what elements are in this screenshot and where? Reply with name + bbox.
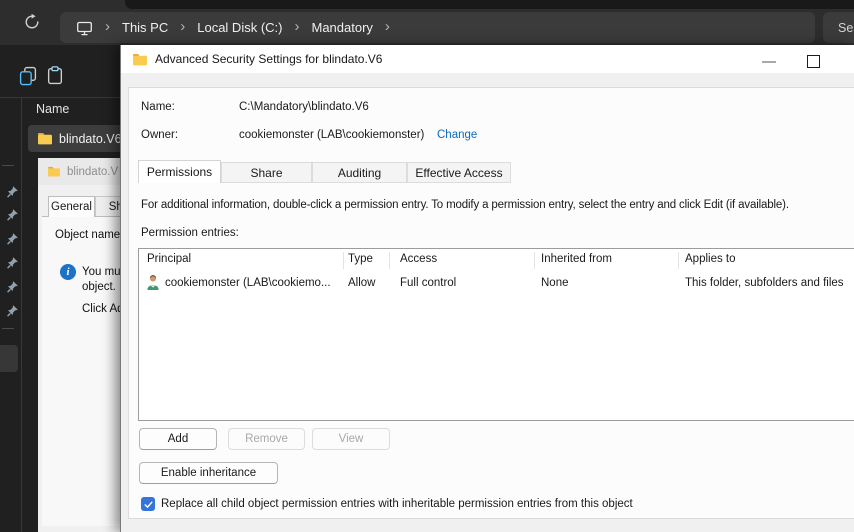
pin-icon[interactable] bbox=[6, 304, 19, 317]
nav-selected-item[interactable] bbox=[0, 345, 18, 372]
this-pc-icon[interactable] bbox=[76, 20, 93, 36]
view-button[interactable]: View bbox=[312, 428, 390, 450]
file-row-blindato[interactable]: blindato.V6 bbox=[28, 125, 122, 152]
owner-value: cookiemonster (LAB\cookiemonster) bbox=[239, 129, 425, 141]
pin-icon[interactable] bbox=[6, 232, 19, 245]
change-owner-link[interactable]: Change bbox=[437, 129, 477, 141]
pin-icon[interactable] bbox=[6, 185, 19, 198]
column-header-type[interactable]: Type bbox=[348, 253, 373, 265]
cell-type[interactable]: Allow bbox=[348, 277, 375, 289]
screen: › This PC › Local Disk (C:) › Mandatory … bbox=[0, 0, 854, 532]
column-header-inherited-from[interactable]: Inherited from bbox=[541, 253, 612, 265]
nav-divider-line bbox=[2, 165, 14, 166]
pin-icon[interactable] bbox=[6, 280, 19, 293]
cell-inherited-from[interactable]: None bbox=[541, 277, 569, 289]
enable-inheritance-button[interactable]: Enable inheritance bbox=[139, 462, 278, 484]
nav-pane-divider[interactable] bbox=[21, 98, 22, 532]
dialog-title-bar[interactable]: Advanced Security Settings for blindato.… bbox=[121, 45, 854, 73]
copy-icon[interactable] bbox=[19, 66, 37, 86]
breadcrumb-mandatory[interactable]: Mandatory bbox=[311, 20, 372, 35]
search-input[interactable]: Sea bbox=[823, 12, 854, 43]
pin-icon[interactable] bbox=[6, 208, 19, 221]
nav-divider-line bbox=[2, 328, 14, 329]
check-icon bbox=[143, 501, 153, 508]
tab-general[interactable]: General bbox=[48, 196, 95, 217]
info-icon: i bbox=[60, 264, 76, 280]
dialog-title: Advanced Security Settings for blindato.… bbox=[155, 52, 383, 66]
name-label: Name: bbox=[141, 101, 175, 113]
paste-icon[interactable] bbox=[46, 66, 64, 86]
chevron-right-icon: › bbox=[105, 18, 110, 35]
tab-auditing[interactable]: Auditing bbox=[312, 162, 407, 183]
add-button[interactable]: Add bbox=[139, 428, 217, 450]
tab-share[interactable]: Share bbox=[221, 162, 312, 183]
column-divider[interactable] bbox=[534, 252, 535, 269]
column-divider[interactable] bbox=[343, 252, 344, 269]
name-value: C:\Mandatory\blindato.V6 bbox=[239, 101, 369, 113]
tab-strip-background bbox=[125, 0, 854, 9]
permission-entries-label: Permission entries: bbox=[141, 227, 239, 239]
column-header-access[interactable]: Access bbox=[400, 253, 437, 265]
breadcrumb-this-pc[interactable]: This PC bbox=[122, 20, 168, 35]
maximize-button[interactable] bbox=[807, 55, 820, 68]
replace-permissions-label: Replace all child object permission entr… bbox=[161, 498, 633, 510]
folder-icon bbox=[133, 53, 147, 65]
file-label: blindato.V6 bbox=[59, 131, 122, 146]
tab-effective-access[interactable]: Effective Access bbox=[407, 162, 511, 183]
pin-icon[interactable] bbox=[6, 256, 19, 269]
breadcrumb-local-disk[interactable]: Local Disk (C:) bbox=[197, 20, 282, 35]
folder-icon bbox=[48, 166, 60, 177]
name-column-header[interactable]: Name bbox=[36, 102, 69, 116]
replace-permissions-checkbox[interactable] bbox=[141, 497, 155, 511]
column-header-applies-to[interactable]: Applies to bbox=[685, 253, 736, 265]
breadcrumb: › This PC › Local Disk (C:) › Mandatory … bbox=[60, 12, 815, 43]
remove-button[interactable]: Remove bbox=[228, 428, 305, 450]
properties-title: blindato.V bbox=[67, 165, 119, 178]
owner-label: Owner: bbox=[141, 129, 179, 141]
chevron-right-icon: › bbox=[384, 18, 390, 35]
chevron-right-icon: › bbox=[180, 18, 186, 35]
cell-applies-to[interactable]: This folder, subfolders and files bbox=[685, 277, 844, 289]
column-divider[interactable] bbox=[678, 252, 679, 269]
chevron-right-icon: › bbox=[294, 18, 300, 35]
cell-principal[interactable]: cookiemonster (LAB\cookiemo... bbox=[165, 277, 331, 289]
address-bar: › This PC › Local Disk (C:) › Mandatory … bbox=[0, 0, 854, 45]
info-text-line2: object. bbox=[82, 281, 116, 293]
folder-icon bbox=[38, 133, 52, 145]
advanced-security-dialog: Advanced Security Settings for blindato.… bbox=[120, 45, 854, 532]
refresh-icon[interactable] bbox=[23, 13, 41, 31]
column-divider[interactable] bbox=[389, 252, 390, 269]
permission-entries-list[interactable]: Principal Type Access Inherited from App… bbox=[138, 248, 854, 421]
instruction-text: For additional information, double-click… bbox=[141, 199, 789, 211]
tab-permissions[interactable]: Permissions bbox=[138, 160, 221, 183]
user-icon bbox=[146, 274, 160, 290]
object-name-label: Object name bbox=[55, 229, 121, 241]
minimize-button[interactable] bbox=[762, 61, 776, 63]
column-header-principal[interactable]: Principal bbox=[147, 253, 191, 265]
click-advanced-text: Click Ad bbox=[82, 303, 124, 315]
cell-access[interactable]: Full control bbox=[400, 277, 456, 289]
search-text: Sea bbox=[838, 20, 854, 35]
